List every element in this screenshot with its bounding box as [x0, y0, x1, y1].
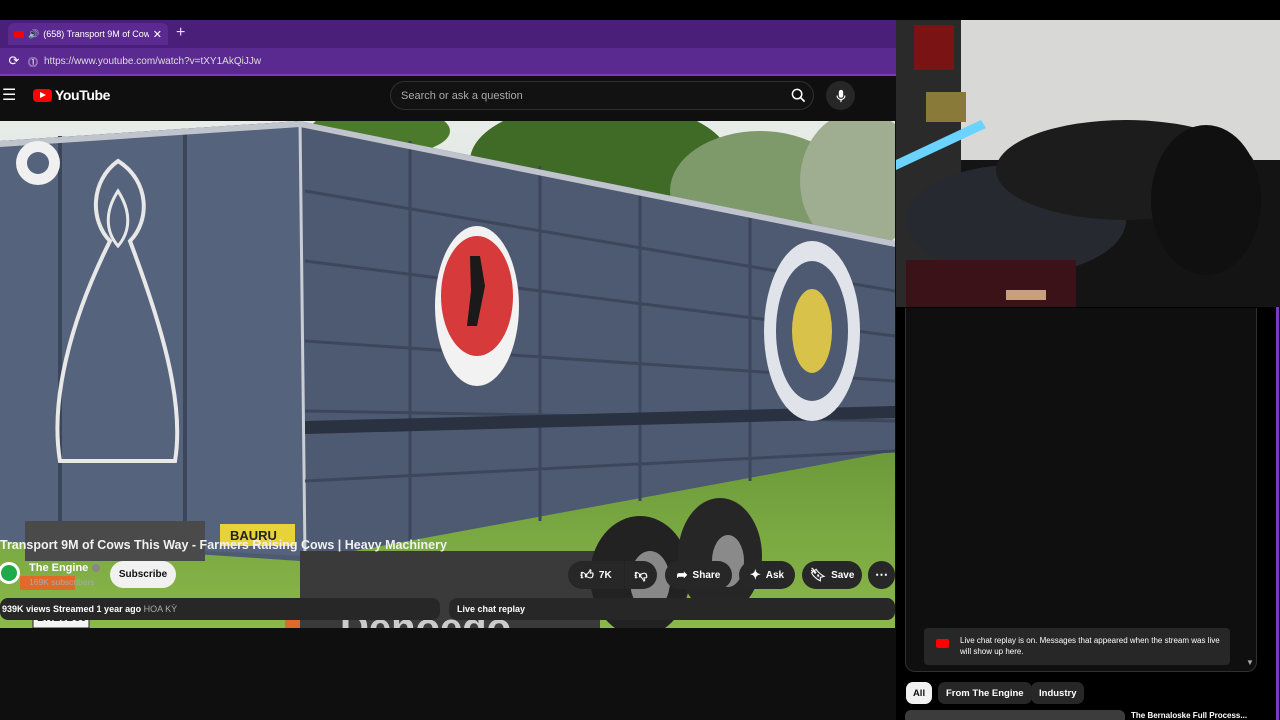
tab-strip: 🔊 (658) Transport 9M of Cows Th ✕ + [0, 20, 896, 48]
sparkle-icon: ✦ [749, 567, 761, 582]
window-edge [1276, 307, 1279, 720]
live-chat-replay-header[interactable]: Live chat replay [449, 598, 895, 620]
close-tab-icon[interactable]: ✕ [153, 28, 162, 41]
live-chat-replay-label: Live chat replay [457, 604, 526, 614]
chat-replay-message: Live chat replay is on. Messages that ap… [960, 636, 1220, 656]
ask-label: Ask [765, 569, 785, 581]
channel-name[interactable]: The Engine [29, 562, 101, 574]
next-video-thumbnail[interactable] [905, 710, 1125, 720]
share-label: Share [692, 569, 721, 581]
search-input[interactable]: Search or ask a question [390, 81, 814, 110]
share-button[interactable]: ➦ Share [665, 561, 732, 589]
share-icon: ➦ [676, 567, 688, 582]
video-title: Transport 9M of Cows This Way - Farmers … [0, 538, 447, 552]
site-info-icon[interactable]: ⓵ [28, 54, 38, 69]
chip-all[interactable]: All [906, 682, 932, 704]
tab-title: (658) Transport 9M of Cows Th [43, 29, 149, 39]
webcam-feed [896, 20, 1280, 307]
youtube-logo[interactable]: YouTube [33, 87, 110, 103]
live-chat-panel: Live chat replay is on. Messages that ap… [905, 308, 1257, 672]
thumbs-down-icon: 👎︎ [634, 567, 648, 582]
youtube-play-icon [33, 88, 52, 102]
chip-industry[interactable]: Industry [1031, 682, 1085, 704]
chip-from-the-engine[interactable]: From The Engine [938, 682, 1032, 704]
url-field[interactable]: https://www.youtube.com/watch?v=tXY1AkQi… [44, 56, 261, 67]
save-button[interactable]: 🔖︎ Save [802, 561, 862, 589]
browser-tab[interactable]: 🔊 (658) Transport 9M of Cows Th ✕ [8, 23, 168, 45]
thumbs-up-icon: 👍︎ [580, 567, 594, 582]
chat-replay-notice: Live chat replay is on. Messages that ap… [924, 628, 1230, 665]
microphone-icon [835, 89, 846, 102]
channel-name-text: The Engine [29, 562, 89, 574]
youtube-icon [936, 639, 949, 648]
more-icon: ⋯ [875, 567, 888, 582]
webcam-overlay [896, 20, 1280, 307]
browser-window: 🔊 (658) Transport 9M of Cows Th ✕ + ⟳ ⓵ … [0, 20, 896, 720]
subscriber-count: 169K subscribers [29, 577, 95, 587]
scroll-down-icon[interactable]: ▼ [1246, 658, 1254, 667]
verified-icon [92, 564, 101, 572]
like-count: 7K [598, 569, 612, 581]
search-icon [791, 88, 806, 103]
location-tag: HOA KỲ [143, 604, 178, 614]
youtube-favicon-icon [14, 30, 24, 38]
new-tab-button[interactable]: + [176, 24, 185, 42]
search-placeholder: Search or ask a question [401, 89, 523, 102]
subscribe-button[interactable]: Subscribe [110, 561, 176, 588]
view-stats: 939K views Streamed 1 year ago [2, 604, 142, 614]
youtube-logo-text: YouTube [55, 87, 111, 103]
voice-search-button[interactable] [826, 81, 855, 110]
hamburger-menu-icon[interactable]: ☰ [2, 85, 16, 105]
description-box[interactable]: 939K views Streamed 1 year ago HOA KỲ [0, 598, 440, 620]
dislike-button[interactable]: 👎︎ [625, 561, 657, 589]
speaker-icon[interactable]: 🔊 [28, 29, 39, 40]
reload-icon[interactable]: ⟳ [0, 53, 28, 69]
ask-button[interactable]: ✦ Ask [739, 561, 795, 589]
bookmark-icon: 🔖︎ [809, 567, 827, 582]
more-actions-button[interactable]: ⋯ [868, 561, 895, 589]
address-bar: ⟳ ⓵ https://www.youtube.com/watch?v=tXY1… [0, 48, 896, 74]
next-video-title[interactable]: The Bernaloske Full Process... [1131, 711, 1247, 720]
youtube-header: ☰ YouTube Search or ask a question [0, 76, 896, 120]
search-button[interactable] [783, 81, 814, 110]
like-button[interactable]: 👍︎ 7K [568, 561, 624, 589]
save-label: Save [831, 569, 855, 581]
